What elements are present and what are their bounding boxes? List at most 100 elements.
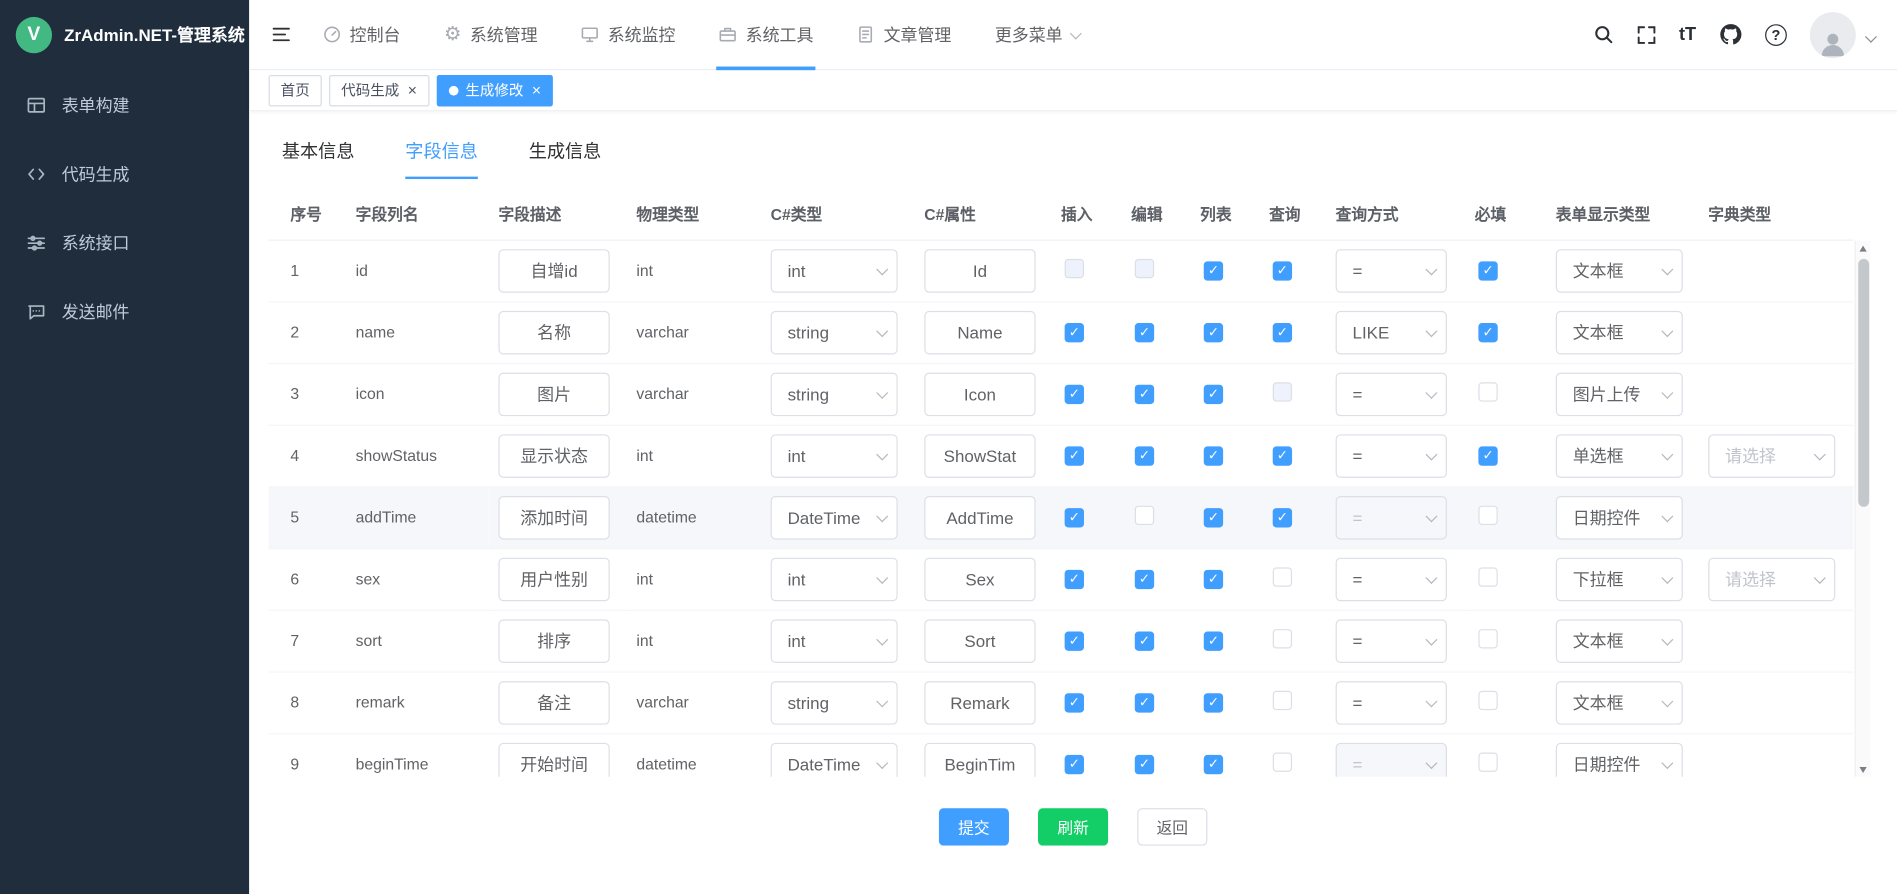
required-checkbox[interactable] <box>1478 506 1497 525</box>
close-icon[interactable]: × <box>408 82 417 98</box>
cs-type-select[interactable]: int <box>771 619 898 663</box>
query-method-select[interactable]: = <box>1336 619 1447 663</box>
sidebar-item-form-builder[interactable]: 表单构建 <box>0 70 249 139</box>
insert-checkbox[interactable]: ✓ <box>1065 508 1084 527</box>
tag-generate-modify[interactable]: 生成修改× <box>436 74 553 105</box>
search-icon[interactable] <box>1593 24 1614 45</box>
topnav-item-system-manage[interactable]: ⚙系统管理 <box>444 0 538 69</box>
list-checkbox[interactable]: ✓ <box>1204 570 1223 589</box>
display-type-select[interactable]: 文本框 <box>1556 310 1683 354</box>
display-type-select[interactable]: 文本框 <box>1556 681 1683 725</box>
query-method-select[interactable]: = <box>1336 249 1447 293</box>
list-checkbox[interactable]: ✓ <box>1204 508 1223 527</box>
cs-type-select[interactable]: DateTime <box>771 742 898 776</box>
required-checkbox[interactable] <box>1478 567 1497 586</box>
topnav-item-article-manage[interactable]: 文章管理 <box>857 0 951 69</box>
list-checkbox[interactable]: ✓ <box>1204 694 1223 713</box>
menu-collapse-icon[interactable] <box>271 24 292 45</box>
table-scrollbar[interactable] <box>1855 241 1871 777</box>
cs-property-input[interactable] <box>924 495 1035 539</box>
fullscreen-icon[interactable] <box>1637 25 1656 44</box>
query-method-select[interactable]: LIKE <box>1336 310 1447 354</box>
required-checkbox[interactable]: ✓ <box>1478 447 1497 466</box>
cs-property-input[interactable] <box>924 310 1035 354</box>
field-desc-input[interactable] <box>498 434 609 478</box>
list-checkbox[interactable]: ✓ <box>1204 755 1223 774</box>
cs-type-select[interactable]: int <box>771 557 898 601</box>
github-icon[interactable] <box>1719 23 1742 46</box>
list-checkbox[interactable]: ✓ <box>1204 323 1223 342</box>
query-checkbox[interactable]: ✓ <box>1273 323 1292 342</box>
query-checkbox[interactable]: ✓ <box>1273 447 1292 466</box>
scrollbar-down-icon[interactable] <box>1855 761 1870 777</box>
tab-field-info[interactable]: 字段信息 <box>405 128 478 179</box>
display-type-select[interactable]: 下拉框 <box>1556 557 1683 601</box>
field-desc-input[interactable] <box>498 557 609 601</box>
insert-checkbox[interactable]: ✓ <box>1065 755 1084 774</box>
cs-property-input[interactable] <box>924 681 1035 725</box>
sidebar-item-system-api[interactable]: 系统接口 <box>0 208 249 277</box>
sidebar-item-code-generation[interactable]: 代码生成 <box>0 139 249 208</box>
display-type-select[interactable]: 文本框 <box>1556 249 1683 293</box>
list-checkbox[interactable]: ✓ <box>1204 447 1223 466</box>
edit-checkbox[interactable]: ✓ <box>1135 694 1154 713</box>
edit-checkbox[interactable]: ✓ <box>1135 632 1154 651</box>
font-size-icon[interactable]: tT <box>1679 24 1696 45</box>
topnav-item-more-menu[interactable]: 更多菜单 <box>995 0 1080 69</box>
query-method-select[interactable]: = <box>1336 557 1447 601</box>
field-desc-input[interactable] <box>498 742 609 776</box>
field-desc-input[interactable] <box>498 681 609 725</box>
submit-button[interactable]: 提交 <box>939 808 1009 846</box>
edit-checkbox[interactable] <box>1135 506 1154 525</box>
cs-type-select[interactable]: int <box>771 249 898 293</box>
field-desc-input[interactable] <box>498 310 609 354</box>
display-type-select[interactable]: 日期控件 <box>1556 495 1683 539</box>
cs-type-select[interactable]: string <box>771 372 898 416</box>
required-checkbox[interactable] <box>1478 691 1497 710</box>
query-method-select[interactable]: = <box>1336 434 1447 478</box>
field-desc-input[interactable] <box>498 372 609 416</box>
dict-type-select[interactable]: 请选择 <box>1708 434 1835 478</box>
insert-checkbox[interactable]: ✓ <box>1065 694 1084 713</box>
cs-property-input[interactable] <box>924 619 1035 663</box>
app-logo[interactable]: V ZrAdmin.NET-管理系统 <box>0 0 249 70</box>
tag-code-generation[interactable]: 代码生成× <box>329 74 429 105</box>
insert-checkbox[interactable]: ✓ <box>1065 632 1084 651</box>
insert-checkbox[interactable]: ✓ <box>1065 570 1084 589</box>
edit-checkbox[interactable]: ✓ <box>1135 447 1154 466</box>
field-desc-input[interactable] <box>498 249 609 293</box>
list-checkbox[interactable]: ✓ <box>1204 262 1223 281</box>
refresh-button[interactable]: 刷新 <box>1038 808 1108 846</box>
cs-type-select[interactable]: int <box>771 434 898 478</box>
required-checkbox[interactable] <box>1478 382 1497 401</box>
topnav-item-system-tools[interactable]: 系统工具 <box>719 0 813 69</box>
cs-property-input[interactable] <box>924 742 1035 776</box>
tag-home[interactable]: 首页 <box>269 74 322 105</box>
edit-checkbox[interactable]: ✓ <box>1135 323 1154 342</box>
cs-property-input[interactable] <box>924 372 1035 416</box>
scrollbar-thumb[interactable] <box>1858 259 1869 507</box>
query-checkbox[interactable]: ✓ <box>1273 508 1292 527</box>
display-type-select[interactable]: 图片上传 <box>1556 372 1683 416</box>
required-checkbox[interactable] <box>1478 752 1497 771</box>
avatar[interactable] <box>1810 11 1856 57</box>
topnav-item-console[interactable]: 控制台 <box>323 0 400 69</box>
cs-type-select[interactable]: string <box>771 681 898 725</box>
query-checkbox[interactable] <box>1273 752 1292 771</box>
scrollbar-up-icon[interactable] <box>1855 241 1870 257</box>
list-checkbox[interactable]: ✓ <box>1204 385 1223 404</box>
display-type-select[interactable]: 文本框 <box>1556 619 1683 663</box>
cs-type-select[interactable]: DateTime <box>771 495 898 539</box>
field-desc-input[interactable] <box>498 495 609 539</box>
required-checkbox[interactable]: ✓ <box>1478 323 1497 342</box>
display-type-select[interactable]: 日期控件 <box>1556 742 1683 776</box>
cs-property-input[interactable] <box>924 434 1035 478</box>
tab-generate-info[interactable]: 生成信息 <box>529 128 602 179</box>
back-button[interactable]: 返回 <box>1137 808 1207 846</box>
dict-type-select[interactable]: 请选择 <box>1708 557 1835 601</box>
cs-property-input[interactable] <box>924 557 1035 601</box>
tab-basic-info[interactable]: 基本信息 <box>282 128 355 179</box>
topnav-item-system-monitor[interactable]: 系统监控 <box>581 0 675 69</box>
query-checkbox[interactable] <box>1273 567 1292 586</box>
insert-checkbox[interactable]: ✓ <box>1065 447 1084 466</box>
